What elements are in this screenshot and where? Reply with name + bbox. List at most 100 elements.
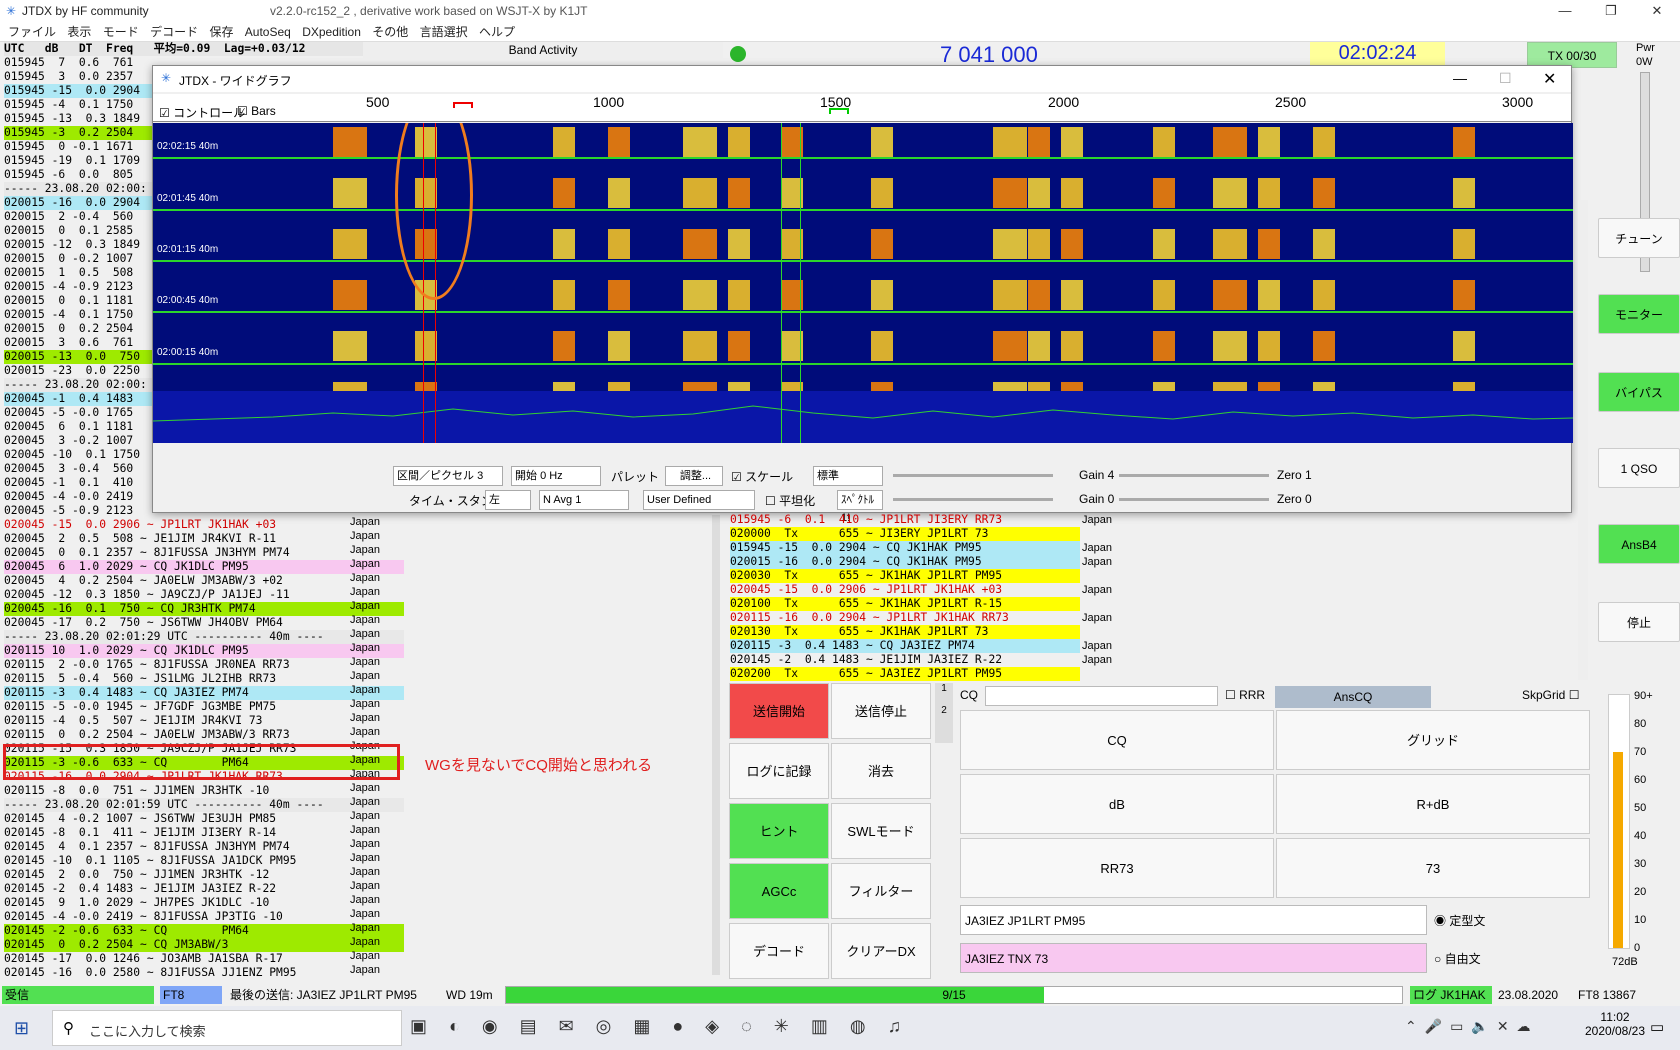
rrr-checkbox[interactable]: ☐ RRR [1225,688,1265,702]
wg-minimize-icon[interactable]: — [1453,70,1467,86]
filter-button[interactable]: フィルター [831,863,931,919]
waterfall[interactable]: 02:02:15 40m 02:01:45 40m 02:01:15 40m 0… [153,123,1573,443]
rx-marker[interactable] [453,102,473,108]
one-qso-button[interactable]: 1 QSO [1598,448,1680,488]
table-row[interactable]: 020145 2 0.0 750 ~ JJ1MEN JR3HTK -12 [4,868,404,882]
table-row[interactable]: 020145 -17 0.0 1246 ~ JO3AMB JA1SBA R-17 [4,952,404,966]
wg-maximize-icon[interactable]: ☐ [1499,70,1512,87]
table-row[interactable]: 020115 -8 0.0 751 ~ JJ1MEN JR3HTK -10 [4,784,404,798]
table-row[interactable]: ----- 23.08.20 02:01:59 UTC ---------- 4… [4,798,404,812]
table-row[interactable]: 020115 0 0.2 2504 ~ JA0ELW JM3ABW/3 RR73 [4,728,404,742]
table-row[interactable]: 020045 -16 0.1 750 ~ CQ JR3HTK PM74 [4,602,404,616]
gain2-slider[interactable] [893,498,1053,501]
menu-dxpedition[interactable]: DXpedition [302,22,361,42]
log-row[interactable]: 020130 Tx 655 ~ JK1HAK JP1LRT 73 [730,625,1080,639]
hint-button[interactable]: ヒント [729,803,829,859]
table-row[interactable]: 020115 2 -0.0 1765 ~ 8J1FUSSA JR0NEA RR7… [4,658,404,672]
agcc-button[interactable]: AGCc [729,863,829,919]
maximize-icon[interactable]: ❐ [1588,0,1634,22]
log-row[interactable]: 020115 -16 0.0 2904 ~ JP1LRT JK1HAK RR73 [730,611,1080,625]
spectrum-select[interactable]: ｽﾍﾟｸﾄﾙ 1! [837,490,883,524]
menu-other[interactable]: その他 [372,22,408,42]
bypass-button[interactable]: バイパス [1598,372,1680,412]
log-row[interactable]: 015945 -6 0.1 410 ~ JP1LRT JI3ERY RR73 [730,513,1080,527]
free-radio[interactable]: ○ 自由文 [1434,950,1481,967]
table-row[interactable]: 020145 -2 -0.6 633 ~ CQ PM64 [4,924,404,938]
start-frequency[interactable]: 開始 0 Hz [511,466,601,486]
left-scrollbar[interactable] [712,515,720,975]
tab-switch[interactable]: 12 [935,683,953,743]
zero-slider[interactable] [1119,474,1269,477]
scale-select[interactable]: 標準 [813,466,883,486]
monitor-button[interactable]: モニター [1598,294,1680,334]
menu-save[interactable]: 保存 [209,22,233,42]
decode-button[interactable]: デコード [729,923,829,979]
table-row[interactable]: 020115 10 1.0 2029 ~ CQ JK1DLC PM95 [4,644,404,658]
table-row[interactable]: 020145 -4 -0.0 2419 ~ 8J1FUSSA JP3TIG -1… [4,910,404,924]
table-row[interactable]: 020145 -2 0.4 1483 ~ JE1JIM JA3IEZ R-22 [4,882,404,896]
bars-checkbox[interactable]: ☑ Bars [237,104,276,118]
log-row[interactable]: 020200 Tx 655 ~ JA3IEZ JP1LRT PM95 [730,667,1080,681]
free-message-field[interactable]: JA3IEZ TNX 73 [960,943,1427,973]
table-row[interactable]: 020045 4 0.2 2504 ~ JA0ELW JM3ABW/3 +02 [4,574,404,588]
menu-decode[interactable]: デコード [150,22,198,42]
table-row[interactable]: 020115 -3 0.4 1483 ~ CQ JA3IEZ PM74 [4,686,404,700]
tx-enable-button[interactable]: 送信開始 [729,683,829,739]
table-row[interactable]: 020115 5 -0.4 560 ~ JS1LMG JL2IHB RR73 [4,672,404,686]
taskbar-search[interactable]: ⚲ ここに入力して検索 [52,1010,402,1046]
table-row[interactable]: 020045 2 0.5 508 ~ JE1JIM JR4KVI R-11 [4,532,404,546]
menu-file[interactable]: ファイル [8,22,56,42]
table-row[interactable]: 020115 -5 -0.0 1945 ~ JF7GDF JG3MBE PM75 [4,700,404,714]
msg-rdb-button[interactable]: R+dB [1276,774,1590,834]
anscq-button[interactable]: AnsCQ [1275,686,1431,708]
table-row[interactable]: 020045 -17 0.2 750 ~ JS6TWW JH4OBV PM64 [4,616,404,630]
tx-halt-button[interactable]: 送信停止 [831,683,931,739]
skpgrid-checkbox[interactable]: SkpGrid ☐ [1522,688,1579,702]
tray-icons[interactable]: ⌃🎤▭🔈✕☁ [1405,1018,1539,1035]
mid-scrollbar[interactable] [1578,200,1588,680]
log-row[interactable]: 020115 -3 0.4 1483 ~ CQ JA3IEZ PM74 [730,639,1080,653]
log-row[interactable]: 020015 -16 0.0 2904 ~ CQ JK1HAK PM95 [730,555,1080,569]
frequency-ruler[interactable]: ☑ コントロール ☑ Bars 500 1000 1500 2000 2500 … [153,94,1571,122]
log-row[interactable]: 020000 Tx 655 ~ JI3ERY JP1LRT 73 [730,527,1080,541]
msg-db-button[interactable]: dB [960,774,1274,834]
notification-icon[interactable]: ▭ [1650,1018,1664,1036]
taskbar-apps[interactable]: ▣◐◉▤✉◎▦●◈◌✳▥◍♫ [410,1016,923,1037]
table-row[interactable]: 020115 -4 0.5 507 ~ JE1JIM JR4KVI 73 [4,714,404,728]
table-row[interactable]: 020145 -10 0.1 1105 ~ 8J1FUSSA JA1DCK PM… [4,854,404,868]
msg-cq-button[interactable]: CQ [960,710,1274,770]
tx-marker[interactable] [829,108,849,114]
wg-close-icon[interactable]: ✕ [1543,69,1556,89]
palette-select[interactable]: User Defined [643,490,755,510]
log-qso-button[interactable]: ログに記録 [729,743,829,799]
log-row[interactable]: 020100 Tx 655 ~ JK1HAK JP1LRT R-15 [730,597,1080,611]
bins-per-pixel[interactable]: 区間／ピクセル 3 [393,466,503,486]
table-row[interactable]: 020045 6 1.0 2029 ~ CQ JK1DLC PM95 [4,560,404,574]
tx-message-field[interactable]: JA3IEZ JP1LRT PM95 [960,905,1427,935]
tune-button[interactable]: チューン [1598,218,1680,258]
scale-checkbox[interactable]: ☑ スケール [731,468,793,485]
adjust-button[interactable]: 調整... [665,466,723,486]
msg-rr73-button[interactable]: RR73 [960,838,1274,898]
menu-autoseq[interactable]: AutoSeq [245,22,291,42]
clear-dx-button[interactable]: クリアーDX [831,923,931,979]
ansb4-button[interactable]: AnsB4 [1598,524,1680,564]
swl-button[interactable]: SWLモード [831,803,931,859]
menu-language[interactable]: 言語選択 [420,22,468,42]
control-checkbox[interactable]: ☑ コントロール [159,104,245,121]
gain-slider[interactable] [893,474,1053,477]
erase-button[interactable]: 消去 [831,743,931,799]
fixed-radio[interactable]: ◉ 定型文 [1434,912,1485,929]
table-row[interactable]: 020145 -16 0.0 2580 ~ 8J1FUSSA JJ1ENZ PM… [4,966,404,977]
n-avg[interactable]: N Avg 1 [539,490,629,510]
table-row[interactable]: 020045 -15 0.0 2906 ~ JP1LRT JK1HAK +03 [4,518,404,532]
menu-help[interactable]: ヘルプ [479,22,515,42]
log-row[interactable]: 020030 Tx 655 ~ JK1HAK JP1LRT PM95 [730,569,1080,583]
flatten-checkbox[interactable]: ☐ 平坦化 [765,492,815,509]
table-row[interactable]: 020145 4 -0.2 1007 ~ JS6TWW JE3UJH PM85 [4,812,404,826]
msg-grid-button[interactable]: グリッド [1276,710,1590,770]
timestamp-select[interactable]: 左 [485,490,531,510]
table-row[interactable]: 020145 -8 0.1 411 ~ JE1JIM JI3ERY R-14 [4,826,404,840]
table-row[interactable]: ----- 23.08.20 02:01:29 UTC ---------- 4… [4,630,404,644]
cq-suffix-input[interactable] [985,686,1218,706]
